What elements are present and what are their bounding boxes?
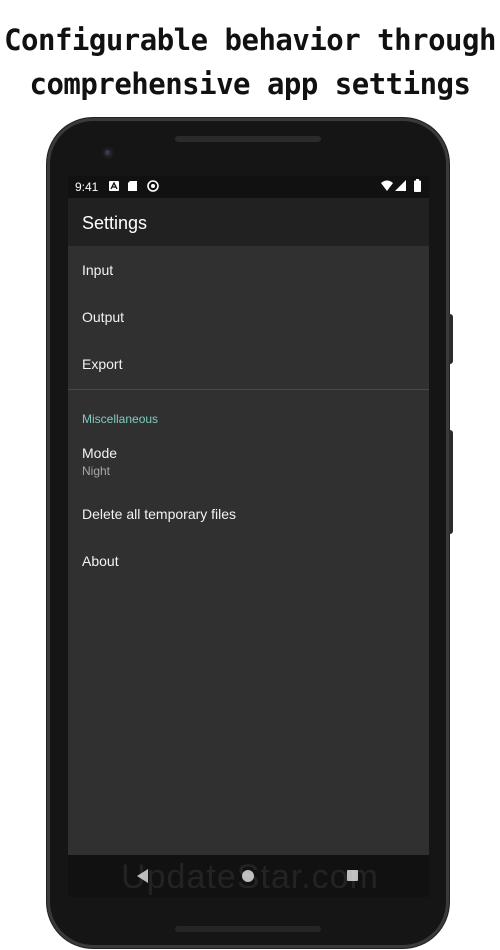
headline-line-1: Configurable behavior through xyxy=(4,23,496,57)
earpiece-speaker xyxy=(175,136,321,142)
setting-label: About xyxy=(82,553,119,569)
screen: 9:41 Settings Input Output Export Miscel… xyxy=(68,176,429,897)
setting-label: Delete all temporary files xyxy=(82,506,237,522)
page-title: Settings xyxy=(82,213,148,233)
setting-export[interactable]: Export xyxy=(68,340,429,387)
power-button xyxy=(449,430,453,534)
settings-list: Input Output Export Miscellaneous Mode N… xyxy=(68,246,429,584)
sync-icon xyxy=(147,180,159,192)
battery-icon xyxy=(414,179,421,192)
setting-label: Export xyxy=(82,356,123,372)
headline-line-2: comprehensive app settings xyxy=(29,67,471,101)
setting-mode[interactable]: Mode Night xyxy=(68,434,429,490)
setting-about[interactable]: About xyxy=(68,537,429,584)
status-bar: 9:41 xyxy=(68,176,429,198)
setting-label: Output xyxy=(82,309,125,325)
bottom-speaker xyxy=(175,926,321,932)
setting-label: Input xyxy=(82,262,114,278)
sd-card-icon xyxy=(128,181,137,191)
headline: Configurable behavior through comprehens… xyxy=(0,18,500,106)
status-time: 9:41 xyxy=(75,180,99,194)
setting-summary: Night xyxy=(82,464,111,478)
volume-button xyxy=(449,314,453,364)
watermark: UpdateStar.com xyxy=(121,858,379,896)
setting-delete-temp-files[interactable]: Delete all temporary files xyxy=(68,490,429,537)
front-camera-icon xyxy=(102,147,114,159)
a-notification-icon xyxy=(109,181,119,191)
category-miscellaneous: Miscellaneous xyxy=(68,390,429,434)
category-label: Miscellaneous xyxy=(82,412,159,426)
phone-frame: 9:41 Settings Input Output Export Miscel… xyxy=(47,118,453,948)
app-bar: Settings xyxy=(68,198,429,246)
setting-label: Mode xyxy=(82,445,118,461)
signal-icon xyxy=(395,180,406,191)
setting-input[interactable]: Input xyxy=(68,246,429,293)
wifi-icon xyxy=(381,180,393,191)
setting-output[interactable]: Output xyxy=(68,293,429,340)
